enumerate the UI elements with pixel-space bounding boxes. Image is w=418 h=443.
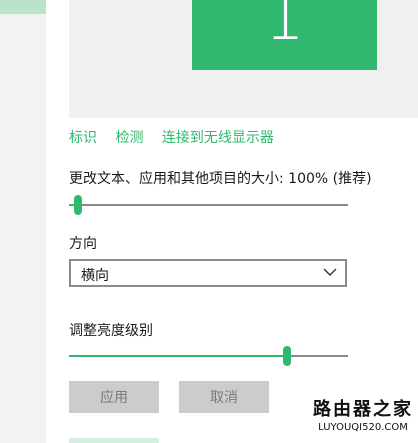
display-preview-area: 1 bbox=[69, 0, 418, 118]
watermark-sub-text: LUYOUQI520.COM bbox=[318, 422, 408, 433]
brightness-label: 调整亮度级别 bbox=[69, 323, 153, 339]
left-navigation-pane bbox=[0, 0, 46, 443]
detect-link[interactable]: 检测 bbox=[115, 130, 143, 146]
scale-slider-track bbox=[69, 204, 348, 206]
monitor-number: 1 bbox=[264, 0, 305, 55]
orientation-dropdown[interactable]: 横向 bbox=[69, 259, 347, 287]
chevron-down-icon bbox=[323, 268, 337, 276]
orientation-label: 方向 bbox=[69, 236, 97, 252]
brightness-slider[interactable] bbox=[69, 346, 348, 366]
cancel-button[interactable]: 取消 bbox=[179, 381, 269, 413]
next-section-link-fragment bbox=[69, 438, 159, 443]
brightness-slider-fill bbox=[69, 355, 287, 357]
monitor-tile[interactable]: 1 bbox=[192, 0, 377, 70]
display-links: 标识 检测 连接到无线显示器 bbox=[69, 127, 288, 147]
apply-button[interactable]: 应用 bbox=[69, 381, 159, 413]
scale-slider[interactable] bbox=[69, 195, 348, 215]
nav-selected-item[interactable] bbox=[0, 0, 46, 14]
identify-link[interactable]: 标识 bbox=[69, 130, 97, 146]
scale-slider-thumb[interactable] bbox=[74, 195, 82, 215]
scale-label: 更改文本、应用和其他项目的大小: 100% (推荐) bbox=[69, 171, 372, 187]
watermark-main-text: 路由器之家 bbox=[313, 399, 413, 420]
brightness-slider-thumb[interactable] bbox=[283, 346, 291, 366]
orientation-selected-value: 横向 bbox=[81, 268, 109, 284]
connect-wireless-display-link[interactable]: 连接到无线显示器 bbox=[162, 130, 274, 146]
site-watermark: 路由器之家 LUYOUQI520.COM bbox=[308, 398, 418, 434]
